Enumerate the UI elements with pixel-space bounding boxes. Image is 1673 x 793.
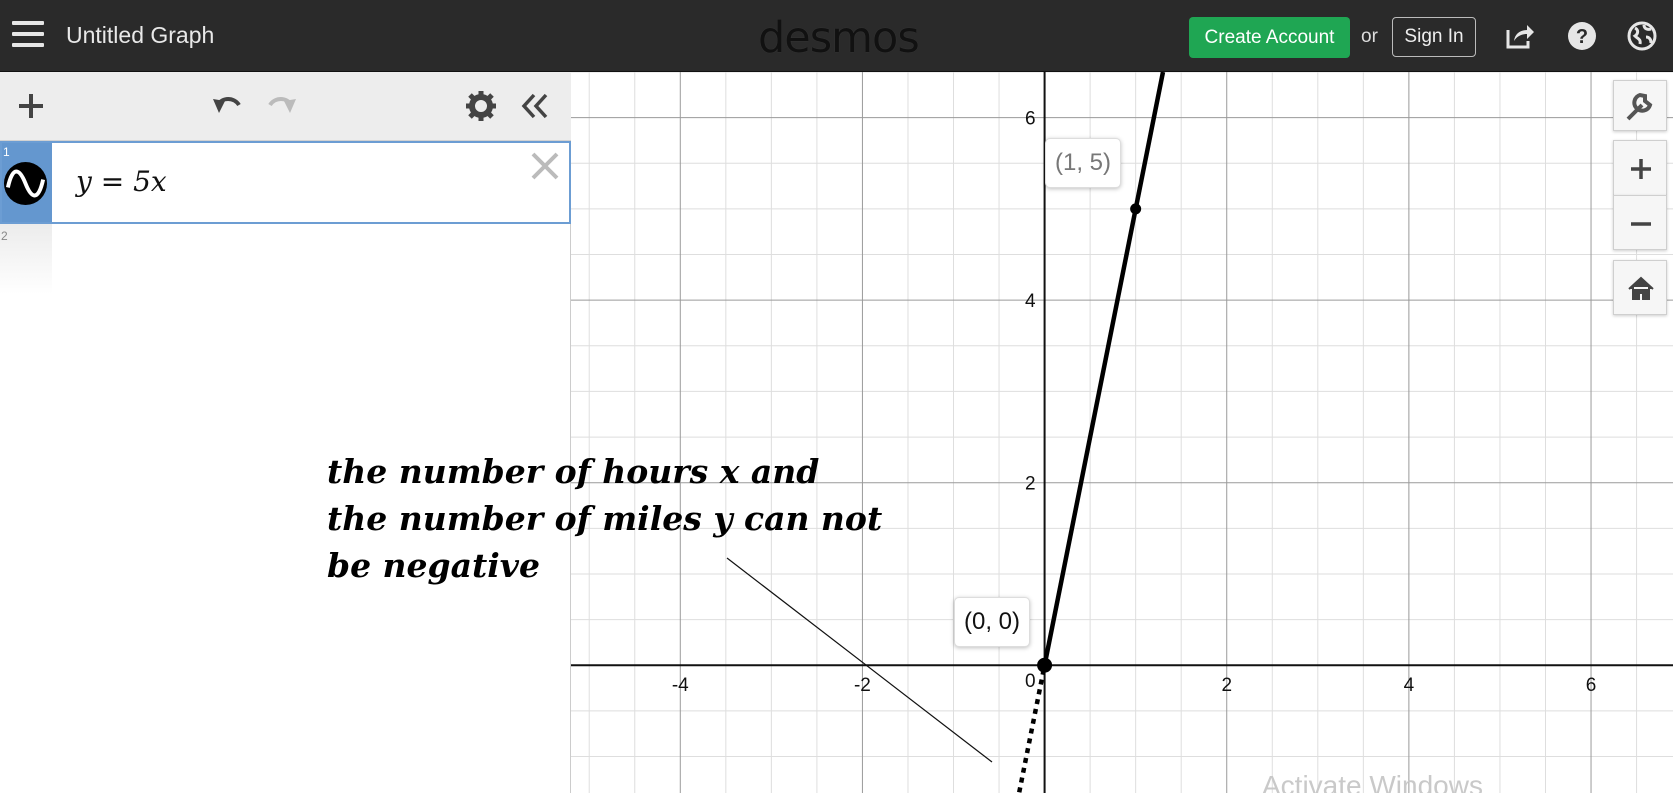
graph-point — [1130, 203, 1142, 215]
x-tick-label: 4 — [1404, 675, 1415, 696]
point-label-origin[interactable]: (0, 0) — [954, 597, 1031, 647]
graph-point — [1037, 657, 1053, 673]
annotation-text: the number of hours x and the number of … — [327, 452, 883, 585]
graph-paper[interactable]: -4 -2 2 4 6 6 4 2 0 (1, 5) (0, 0) — [571, 72, 1673, 793]
collapse-panel-icon[interactable] — [517, 89, 551, 123]
graph-title[interactable]: Untitled Graph — [66, 22, 214, 49]
top-header: Untitled Graph desmos Create Account or … — [0, 0, 1673, 72]
point-label-1-5[interactable]: (1, 5) — [1045, 138, 1122, 188]
graph-style-icon[interactable] — [3, 161, 48, 206]
expression-panel: 1 y = 5x 2 — [0, 72, 571, 793]
x-tick-label: 6 — [1586, 675, 1597, 696]
expression-math[interactable]: y = 5x — [76, 165, 167, 198]
create-account-button[interactable]: Create Account — [1189, 17, 1350, 58]
minus-icon — [1631, 222, 1651, 226]
zoom-out-button[interactable] — [1613, 195, 1667, 250]
default-viewport-button[interactable] — [1613, 260, 1667, 315]
expression-color-tab[interactable]: 1 — [2, 143, 52, 222]
zoom-in-button[interactable] — [1613, 140, 1667, 195]
svg-text:?: ? — [1576, 26, 1588, 48]
share-icon[interactable] — [1504, 20, 1536, 52]
menu-icon[interactable] — [12, 21, 44, 51]
delete-expression-icon[interactable] — [528, 149, 562, 183]
wrench-icon — [1626, 92, 1653, 121]
x-tick-label: -2 — [854, 675, 871, 696]
plus-icon — [1631, 159, 1651, 179]
x-tick-label: 2 — [1221, 675, 1232, 696]
expression-row-1[interactable]: 1 y = 5x — [0, 141, 571, 224]
expression-toolbar — [0, 72, 571, 141]
or-text: or — [1361, 26, 1378, 47]
graph-settings-button[interactable] — [1613, 80, 1667, 131]
origin-tick-label: 0 — [1025, 671, 1036, 692]
redo-icon[interactable] — [265, 89, 299, 123]
sign-in-button[interactable]: Sign In — [1392, 17, 1476, 57]
expression-index: 1 — [3, 145, 10, 159]
settings-gear-icon[interactable] — [464, 89, 498, 123]
globe-icon[interactable] — [1626, 20, 1658, 52]
add-expression-button[interactable] — [14, 89, 48, 123]
help-icon[interactable]: ? — [1566, 20, 1598, 52]
expression-index: 2 — [1, 229, 8, 243]
undo-icon[interactable] — [210, 89, 244, 123]
y-tick-label: 2 — [1025, 474, 1036, 495]
graph-canvas[interactable]: -4 -2 2 4 6 6 4 2 0 — [571, 72, 1673, 793]
y-tick-label: 6 — [1025, 109, 1036, 130]
activate-windows-watermark: Activate Windows — [1262, 770, 1483, 793]
expression-row-2[interactable]: 2 — [0, 224, 52, 294]
y-tick-label: 4 — [1025, 291, 1036, 312]
desmos-logo: desmos — [758, 13, 920, 63]
x-tick-label: -4 — [672, 675, 689, 696]
home-icon — [1628, 276, 1654, 300]
